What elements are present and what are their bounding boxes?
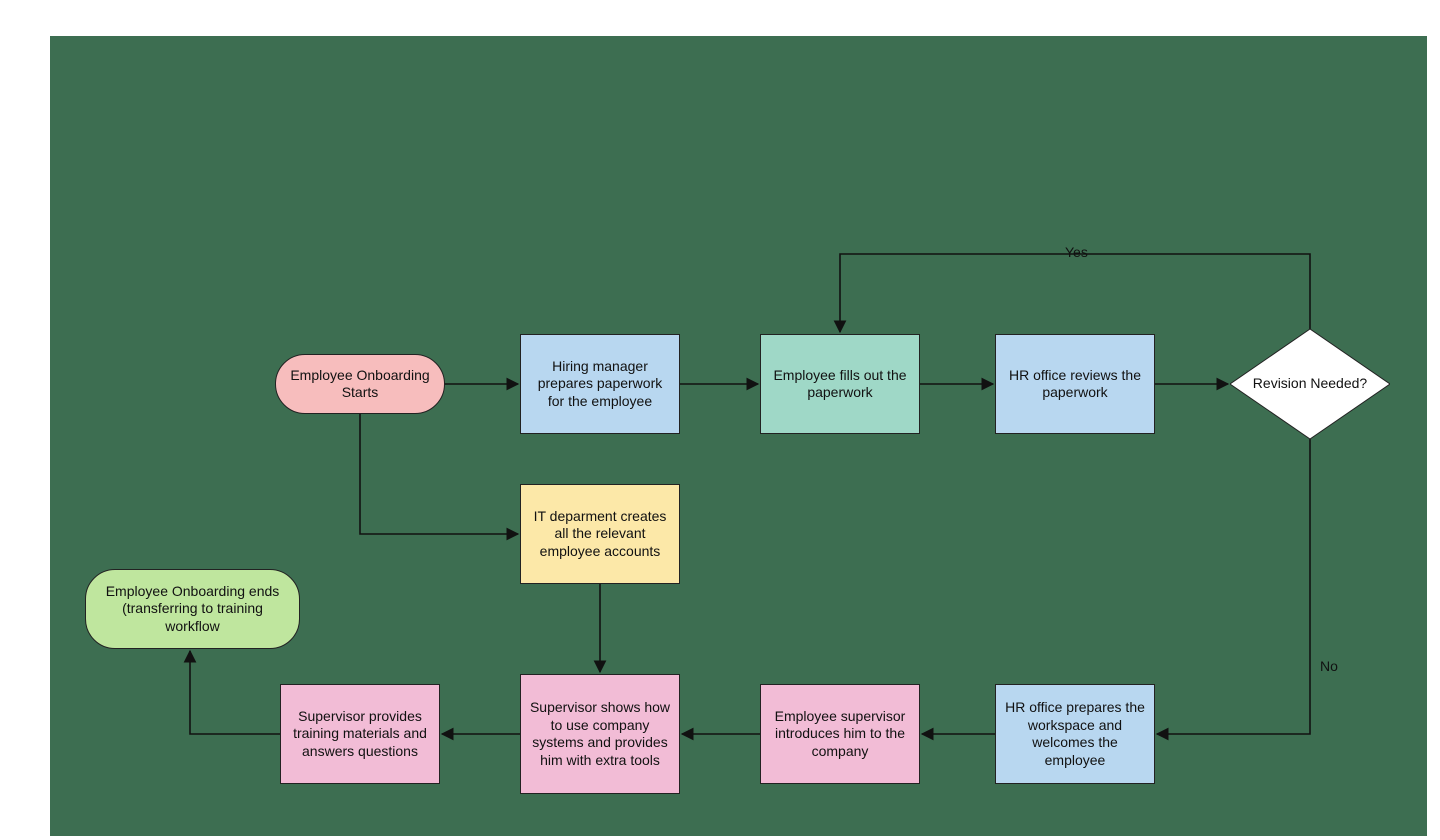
edge-label-no: No (1320, 658, 1338, 674)
node-it: IT deparment creates all the relevant em… (520, 484, 680, 584)
node-fills-label: Employee fills out the paperwork (769, 367, 911, 402)
node-intro-label: Employee supervisor introduces him to th… (769, 708, 911, 761)
node-hrreview-label: HR office reviews the paperwork (1004, 367, 1146, 402)
node-it-label: IT deparment creates all the relevant em… (529, 508, 671, 561)
flowchart-canvas: Employee Onboarding Starts Hiring manage… (50, 36, 1427, 836)
node-end: Employee Onboarding ends (transferring t… (85, 569, 300, 649)
node-start-label: Employee Onboarding Starts (284, 367, 436, 402)
node-start: Employee Onboarding Starts (275, 354, 445, 414)
node-training-label: Supervisor provides training materials a… (289, 708, 431, 761)
node-shows: Supervisor shows how to use company syst… (520, 674, 680, 794)
node-shows-label: Supervisor shows how to use company syst… (529, 699, 671, 769)
node-end-label: Employee Onboarding ends (transferring t… (94, 583, 291, 636)
node-hiring: Hiring manager prepares paperwork for th… (520, 334, 680, 434)
node-decision-label: Revision Needed? (1253, 375, 1367, 393)
node-decision: Revision Needed? (1230, 329, 1390, 439)
node-workspace-label: HR office prepares the workspace and wel… (1004, 699, 1146, 769)
node-workspace: HR office prepares the workspace and wel… (995, 684, 1155, 784)
edge-label-yes: Yes (1065, 244, 1088, 260)
node-training: Supervisor provides training materials a… (280, 684, 440, 784)
node-intro: Employee supervisor introduces him to th… (760, 684, 920, 784)
node-hrreview: HR office reviews the paperwork (995, 334, 1155, 434)
node-hiring-label: Hiring manager prepares paperwork for th… (529, 358, 671, 411)
edges (50, 36, 1427, 836)
node-fills: Employee fills out the paperwork (760, 334, 920, 434)
